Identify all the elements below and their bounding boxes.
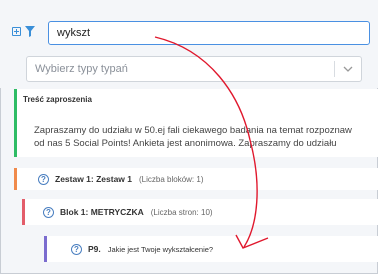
invitation-body-line: Zapraszamy do udziału w 50.ej fali cieka…: [34, 125, 352, 136]
survey-block-row[interactable]: ? Blok 1: METRYCZKA (Liczba stron: 10): [22, 199, 378, 225]
set-block-count: (Liczba bloków: 1): [139, 174, 204, 184]
block-label: Blok 1: METRYCZKA: [60, 207, 144, 217]
invitation-body-line: od nas 5 Social Points! Ankieta jest ano…: [34, 138, 337, 149]
invitation-card[interactable]: Treść zaproszenia Zapraszamy do udziału …: [14, 89, 378, 157]
set-label: Zestaw 1: Zestaw 1: [55, 174, 133, 184]
expand-all-icon[interactable]: [12, 27, 21, 36]
search-input[interactable]: [48, 21, 370, 45]
type-select-placeholder: Wybierz typy typań: [35, 63, 128, 75]
question-circle-icon[interactable]: ?: [38, 173, 49, 185]
survey-set-row[interactable]: ? Zestaw 1: Zestaw 1 (Liczba bloków: 1): [14, 168, 378, 190]
question-number: P9.: [88, 244, 101, 254]
filter-icon[interactable]: [25, 26, 35, 37]
question-circle-icon[interactable]: ?: [43, 206, 54, 218]
block-page-count: (Liczba stron: 10): [150, 207, 213, 217]
invitation-title: Treść zaproszenia: [23, 95, 92, 104]
chevron-down-icon[interactable]: [335, 56, 361, 82]
question-type-select[interactable]: Wybierz typy typań: [26, 56, 362, 82]
survey-question-row[interactable]: ? P9. Jakie jest Twoje wykształcenie?: [44, 236, 378, 262]
filter-toolbar: Wybierz typy typań: [0, 0, 378, 88]
question-text: Jakie jest Twoje wykształcenie?: [107, 244, 214, 254]
invitation-body: Zapraszamy do udziału w 50.ej fali cieka…: [34, 124, 378, 150]
question-circle-icon[interactable]: ?: [71, 243, 82, 255]
